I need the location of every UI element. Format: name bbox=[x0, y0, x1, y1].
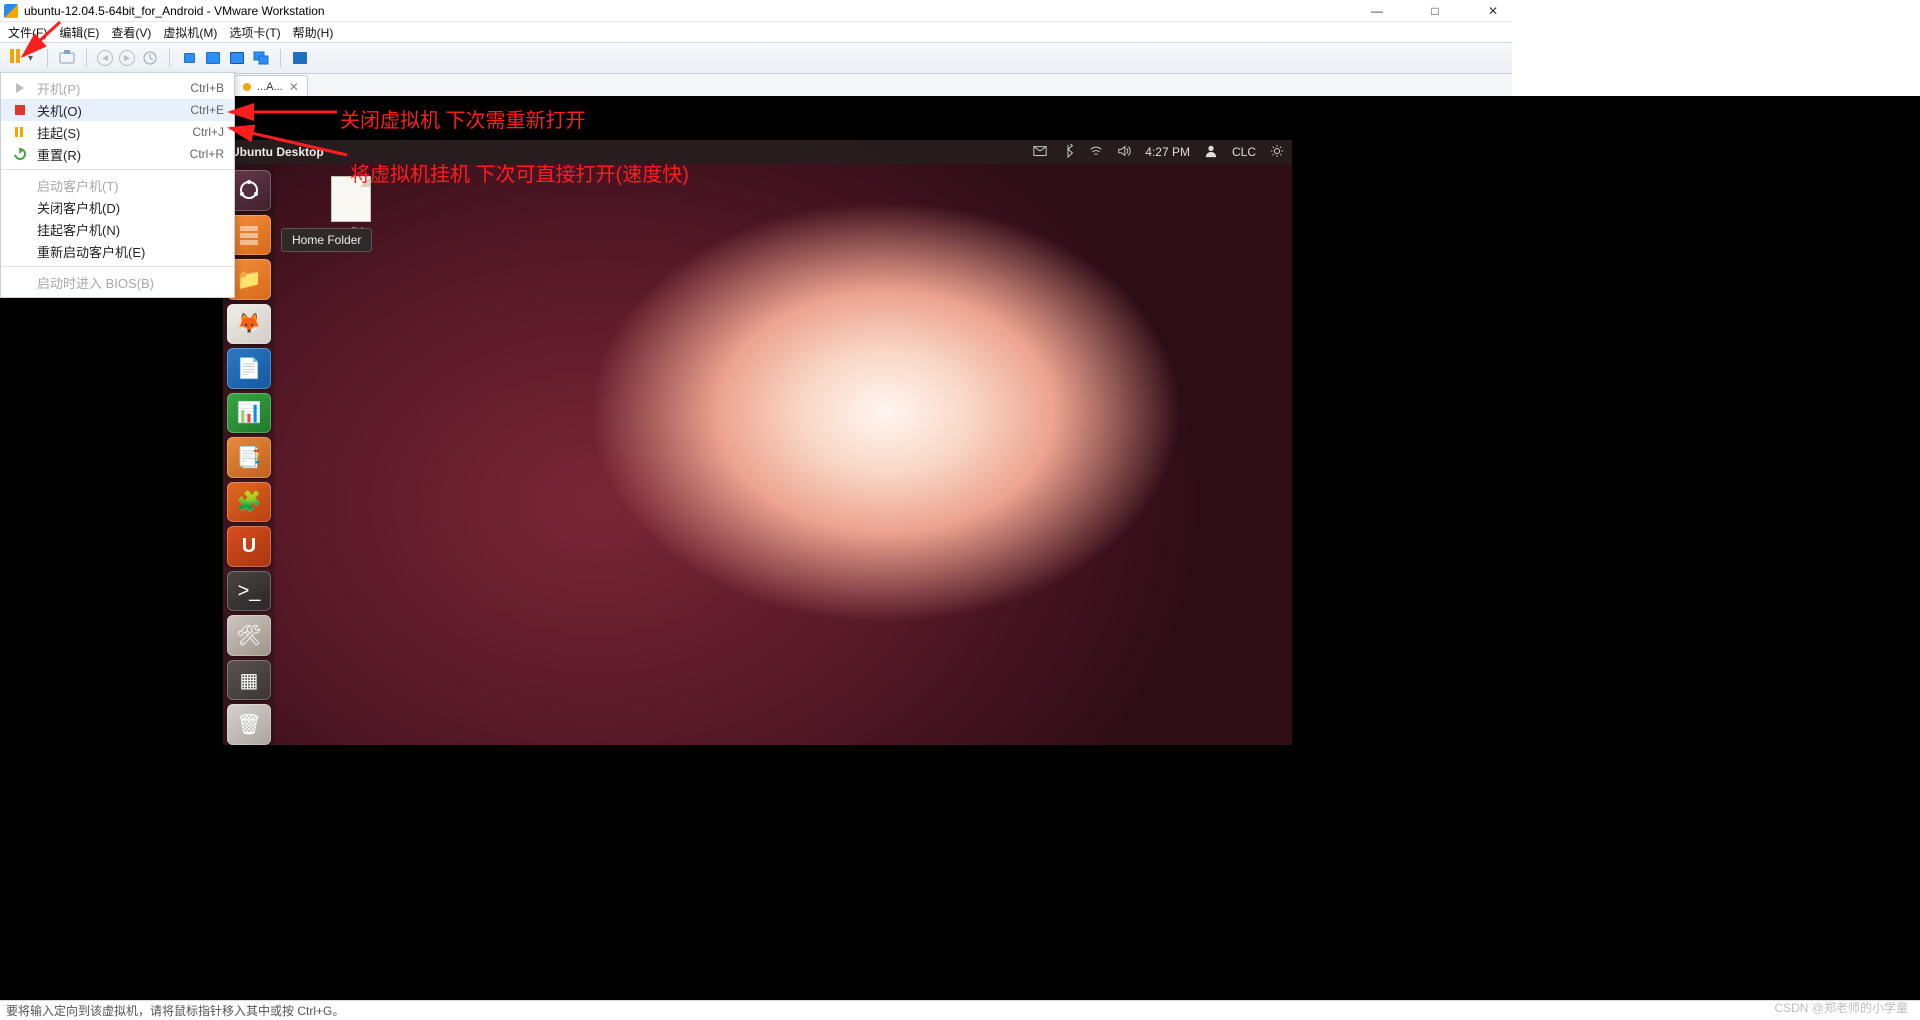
watermark: CSDN @郑老师的小学童 bbox=[1774, 999, 1908, 1016]
nav-back-icon[interactable]: ◄ bbox=[97, 50, 113, 66]
launcher-firefox[interactable]: 🦊 bbox=[227, 304, 271, 345]
launcher-trash[interactable]: 🗑 bbox=[227, 704, 271, 745]
screen-mode-2-icon[interactable] bbox=[204, 49, 222, 67]
menu-help[interactable]: 帮助(H) bbox=[293, 24, 334, 41]
window-maximize[interactable]: □ bbox=[1420, 4, 1450, 18]
suspend-item[interactable]: 挂起(S)Ctrl+J bbox=[1, 121, 234, 143]
vm-tab-label: ...A... bbox=[257, 81, 283, 93]
ubuntu-desktop[interactable]: Ubuntu Desktop 4:27 PM CLC 📁 🦊 📄 📊 📑 🧩 U bbox=[223, 140, 1292, 745]
clock-text[interactable]: 4:27 PM bbox=[1145, 145, 1190, 159]
pause-icon bbox=[15, 125, 25, 140]
menubar: 文件(F) 编辑(E) 查看(V) 虚拟机(M) 选项卡(T) 帮助(H) bbox=[0, 22, 1512, 42]
snapshot-clock-icon[interactable] bbox=[141, 49, 159, 67]
window-minimize[interactable]: — bbox=[1362, 4, 1392, 18]
mail-icon[interactable] bbox=[1033, 144, 1047, 161]
bios-item: 启动时进入 BIOS(B) bbox=[1, 271, 234, 293]
window-titlebar: ubuntu-12.04.5-64bit_for_Android - VMwar… bbox=[0, 0, 1512, 22]
vm-tab[interactable]: ...A... ✕ bbox=[234, 75, 308, 97]
unity-mode-icon[interactable] bbox=[252, 49, 270, 67]
file-icon bbox=[331, 176, 371, 222]
bluetooth-icon[interactable] bbox=[1061, 144, 1075, 161]
vm-tab-close-icon[interactable]: ✕ bbox=[289, 80, 299, 94]
gear-icon[interactable] bbox=[1270, 144, 1284, 161]
play-icon bbox=[16, 83, 24, 93]
launcher-calc[interactable]: 📊 bbox=[227, 393, 271, 434]
launcher-tooltip: Home Folder bbox=[281, 228, 372, 252]
status-text: 要将输入定向到该虚拟机，请将鼠标指针移入其中或按 Ctrl+G。 bbox=[6, 1002, 344, 1019]
menu-file[interactable]: 文件(F) bbox=[8, 24, 47, 41]
window-title: ubuntu-12.04.5-64bit_for_Android - VMwar… bbox=[24, 4, 325, 18]
screen-mode-1-icon[interactable] bbox=[180, 49, 198, 67]
launcher-terminal[interactable]: >_ bbox=[227, 571, 271, 612]
screen-mode-3-icon[interactable] bbox=[228, 49, 246, 67]
vm-display-area: Ubuntu Desktop 4:27 PM CLC 📁 🦊 📄 📊 📑 🧩 U bbox=[0, 96, 1920, 1000]
launcher-writer[interactable]: 📄 bbox=[227, 348, 271, 389]
guest-suspend-item[interactable]: 挂起客户机(N) bbox=[1, 218, 234, 240]
launcher-ubuntu-one[interactable]: U bbox=[227, 526, 271, 567]
vm-status-dot-icon bbox=[243, 83, 251, 91]
reset-icon bbox=[12, 146, 29, 163]
power-menu: 开机(P)Ctrl+B 关机(O)Ctrl+E 挂起(S)Ctrl+J 重置(R… bbox=[0, 72, 235, 298]
launcher-software[interactable]: 🧩 bbox=[227, 482, 271, 523]
vmware-icon bbox=[4, 4, 18, 18]
menu-edit[interactable]: 编辑(E) bbox=[59, 24, 99, 41]
power-dropdown-button[interactable]: ▾ bbox=[6, 47, 37, 70]
volume-icon[interactable] bbox=[1117, 144, 1131, 161]
user-icon[interactable] bbox=[1204, 144, 1218, 161]
nav-fwd-icon[interactable]: ► bbox=[119, 50, 135, 66]
guest-shutdown-item[interactable]: 关闭客户机(D) bbox=[1, 196, 234, 218]
guest-poweron-item: 启动客户机(T) bbox=[1, 174, 234, 196]
launcher-impress[interactable]: 📑 bbox=[227, 437, 271, 478]
guest-restart-item[interactable]: 重新启动客户机(E) bbox=[1, 240, 234, 262]
stop-icon bbox=[15, 105, 25, 115]
panel-title: Ubuntu Desktop bbox=[231, 145, 324, 159]
toolbar: ▾ ◄ ► bbox=[0, 42, 1512, 74]
statusbar: 要将输入定向到该虚拟机，请将鼠标指针移入其中或按 Ctrl+G。 bbox=[0, 1000, 1920, 1020]
reset-item[interactable]: 重置(R)Ctrl+R bbox=[1, 143, 234, 165]
snapshot-icon[interactable] bbox=[58, 49, 76, 67]
ubuntu-top-panel: Ubuntu Desktop 4:27 PM CLC bbox=[223, 140, 1292, 164]
menu-tabs[interactable]: 选项卡(T) bbox=[229, 24, 280, 41]
launcher-workspaces[interactable]: ▦ bbox=[227, 660, 271, 701]
menu-vm[interactable]: 虚拟机(M) bbox=[163, 24, 217, 41]
fullscreen-icon[interactable] bbox=[291, 49, 309, 67]
launcher-settings[interactable]: 🛠 bbox=[227, 615, 271, 656]
window-close[interactable]: ✕ bbox=[1478, 4, 1508, 18]
power-on-item: 开机(P)Ctrl+B bbox=[1, 77, 234, 99]
menu-view[interactable]: 查看(V) bbox=[111, 24, 151, 41]
power-off-item[interactable]: 关机(O)Ctrl+E bbox=[1, 99, 234, 121]
user-name[interactable]: CLC bbox=[1232, 145, 1256, 159]
network-icon[interactable] bbox=[1089, 144, 1103, 161]
